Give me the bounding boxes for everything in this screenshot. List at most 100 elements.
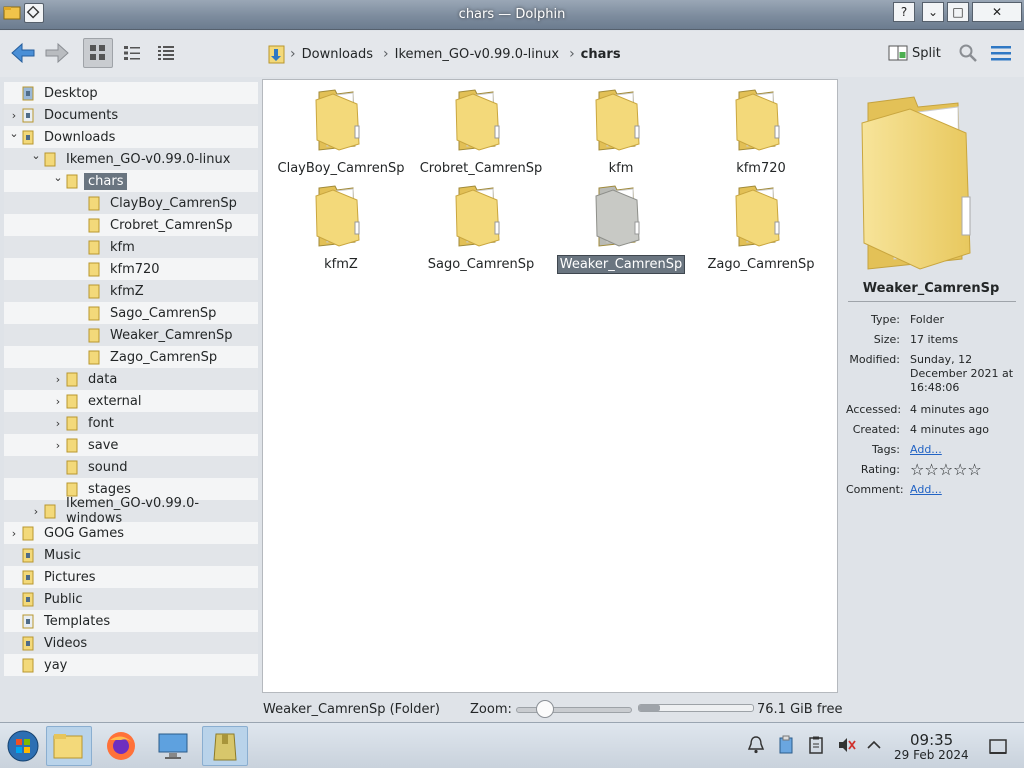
tree-item[interactable]: ⌄ Ikemen_GO-v0.99.0-linux xyxy=(4,148,258,170)
folder-icon xyxy=(88,306,100,321)
folder-item[interactable]: kfm xyxy=(551,88,691,177)
folder-item[interactable]: Crobret_CamrenSp xyxy=(411,88,551,177)
tree-item-label: kfm720 xyxy=(110,261,160,277)
videos-icon xyxy=(22,636,34,651)
tree-item[interactable]: › Ikemen_GO-v0.99.0-windows xyxy=(4,496,258,526)
tree-item[interactable]: ⌄ chars xyxy=(4,170,258,192)
clock-time[interactable]: 09:35 xyxy=(910,731,953,749)
arrow-right-icon xyxy=(45,42,69,64)
breadcrumb: › Downloads › Ikemen_GO-v0.99.0-linux › … xyxy=(266,43,629,65)
notifications-icon[interactable] xyxy=(746,735,766,755)
free-space-text: 76.1 GiB free xyxy=(757,702,843,717)
chevron-right-icon[interactable]: › xyxy=(30,505,42,518)
folder-item[interactable]: kfmZ xyxy=(271,184,411,273)
split-button[interactable]: Split xyxy=(888,44,941,62)
tree-item[interactable]: Zago_CamrenSp xyxy=(4,346,258,368)
info-field-value: Sunday, 12 December 2021 at 16:48:06 xyxy=(910,353,1014,394)
tree-item[interactable]: › Documents xyxy=(4,104,258,126)
close-button[interactable]: ✕ xyxy=(972,2,1022,22)
folder-item-name: Zago_CamrenSp xyxy=(707,257,815,272)
chevron-right-icon[interactable]: › xyxy=(8,109,20,122)
zoom-slider-track[interactable] xyxy=(516,707,632,713)
clipboard-icon[interactable] xyxy=(806,735,826,755)
tree-item[interactable]: Weaker_CamrenSp xyxy=(4,324,258,346)
chevron-right-icon[interactable]: › xyxy=(52,373,64,386)
taskbar-system-settings[interactable] xyxy=(150,726,196,766)
folder-icon xyxy=(88,350,100,365)
chevron-right-icon[interactable]: › xyxy=(52,439,64,452)
help-button[interactable]: ? xyxy=(893,2,915,22)
maximize-button[interactable]: □ xyxy=(947,2,969,22)
search-button[interactable] xyxy=(953,38,983,68)
chevron-up-icon[interactable] xyxy=(864,735,884,755)
file-view[interactable]: ClayBoy_CamrenSp Crobret_CamrenSp kfm kfm72… xyxy=(262,79,838,693)
tree-item[interactable]: › external xyxy=(4,390,258,412)
tree-item[interactable]: Crobret_CamrenSp xyxy=(4,214,258,236)
tree-item-label: kfm xyxy=(110,239,135,255)
pictures-icon xyxy=(22,570,34,585)
compact-view-button[interactable] xyxy=(117,38,147,68)
add-link[interactable]: Add... xyxy=(910,443,942,456)
minimize-button[interactable]: ⌄ xyxy=(922,2,944,22)
tree-item[interactable]: ⌄ Downloads xyxy=(4,126,258,148)
folder-item[interactable]: Sago_CamrenSp xyxy=(411,184,551,273)
chevron-down-icon[interactable]: ⌄ xyxy=(30,149,42,162)
rating-stars[interactable]: ☆☆☆☆☆ xyxy=(910,462,1020,478)
details-view-button[interactable] xyxy=(151,38,181,68)
folder-icon xyxy=(88,196,100,211)
tree-item-label: Downloads xyxy=(44,129,116,145)
zoom-slider-handle[interactable] xyxy=(535,700,554,718)
info-field: Rating: ☆☆☆☆☆ xyxy=(846,462,1020,478)
tree-item-label: Desktop xyxy=(44,85,98,101)
tree-item[interactable]: › GOG Games xyxy=(4,522,258,544)
info-divider xyxy=(848,301,1016,302)
add-link[interactable]: Add... xyxy=(910,483,942,496)
tree-item[interactable]: Videos xyxy=(4,632,258,654)
chevron-down-icon[interactable]: ⌄ xyxy=(52,171,64,184)
tree-item[interactable]: Desktop xyxy=(4,82,258,104)
tree-item[interactable]: kfm720 xyxy=(4,258,258,280)
chevron-right-icon[interactable]: › xyxy=(8,527,20,540)
chevron-down-icon[interactable]: ⌄ xyxy=(8,127,20,140)
tree-item[interactable]: › save xyxy=(4,434,258,456)
tree-item[interactable]: sound xyxy=(4,456,258,478)
tree-item[interactable]: Public xyxy=(4,588,258,610)
tree-item[interactable]: Templates xyxy=(4,610,258,632)
tree-item[interactable]: Pictures xyxy=(4,566,258,588)
chevron-right-icon[interactable]: › xyxy=(52,417,64,430)
folder-item[interactable]: ClayBoy_CamrenSp xyxy=(271,88,411,177)
breadcrumb-chars[interactable]: chars xyxy=(577,47,629,62)
chevron-right-icon[interactable]: › xyxy=(52,395,64,408)
taskbar-firefox[interactable] xyxy=(98,726,144,766)
tree-item[interactable]: kfm xyxy=(4,236,258,258)
forward-button[interactable] xyxy=(42,38,72,68)
folder-item[interactable]: kfm720 xyxy=(691,88,831,177)
grid-view-icon xyxy=(90,45,105,60)
taskbar-archive[interactable] xyxy=(202,726,248,766)
folder-icon xyxy=(88,240,100,255)
clock-date[interactable]: 29 Feb 2024 xyxy=(894,748,969,762)
volume-muted-icon[interactable] xyxy=(836,735,856,755)
folder-item[interactable]: Zago_CamrenSp xyxy=(691,184,831,273)
tree-item-label: Zago_CamrenSp xyxy=(110,349,218,365)
taskbar-dolphin[interactable] xyxy=(46,726,92,766)
tree-item[interactable]: ClayBoy_CamrenSp xyxy=(4,192,258,214)
tree-item[interactable]: Music xyxy=(4,544,258,566)
tree-item[interactable]: Sago_CamrenSp xyxy=(4,302,258,324)
show-desktop-icon[interactable] xyxy=(988,737,1008,757)
tree-item[interactable]: yay xyxy=(4,654,258,676)
tree-item-label: Videos xyxy=(44,635,88,651)
archive-icon xyxy=(213,733,237,761)
start-button[interactable] xyxy=(0,726,46,766)
updates-icon[interactable] xyxy=(776,735,796,755)
hamburger-menu-button[interactable] xyxy=(986,38,1016,68)
breadcrumb-ikemen-linux[interactable]: Ikemen_GO-v0.99.0-linux xyxy=(391,47,567,62)
tree-item[interactable]: › data xyxy=(4,368,258,390)
downloads-folder-icon[interactable] xyxy=(266,43,288,65)
tree-item[interactable]: kfmZ xyxy=(4,280,258,302)
breadcrumb-downloads[interactable]: Downloads xyxy=(298,47,381,62)
icons-view-button[interactable] xyxy=(83,38,113,68)
folder-item[interactable]: Weaker_CamrenSp xyxy=(551,184,691,274)
tree-item[interactable]: › font xyxy=(4,412,258,434)
back-button[interactable] xyxy=(8,38,38,68)
